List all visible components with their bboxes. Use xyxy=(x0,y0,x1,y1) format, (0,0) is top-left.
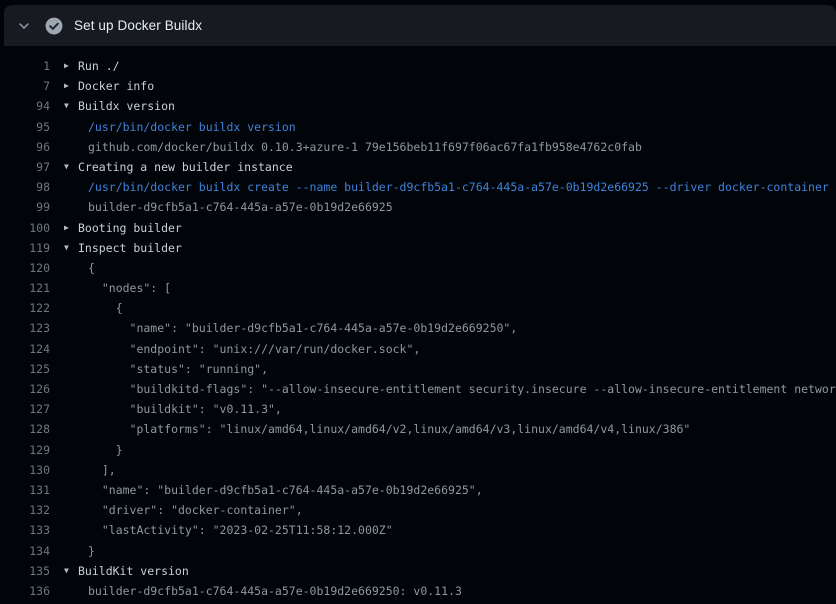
log-line: 130 ], xyxy=(0,460,836,480)
log-line: 136 builder-d9cfb5a1-c764-445a-a57e-0b19… xyxy=(0,581,836,601)
log-line: 131 "name": "builder-d9cfb5a1-c764-445a-… xyxy=(0,480,836,500)
log-line: 133 "lastActivity": "2023-02-25T11:58:12… xyxy=(0,520,836,540)
line-number[interactable]: 7 xyxy=(0,76,50,96)
status-success-icon xyxy=(45,17,63,35)
group-toggle-icon[interactable]: ▶ xyxy=(64,56,76,76)
step-header[interactable]: Set up Docker Buildx xyxy=(4,5,836,46)
line-number[interactable]: 136 xyxy=(0,581,50,601)
log-line: 96 github.com/docker/buildx 0.10.3+azure… xyxy=(0,137,836,157)
log-line: 122 { xyxy=(0,298,836,318)
log-line[interactable]: 1 ▶ Run ./ xyxy=(0,56,836,76)
line-text: "name": "builder-d9cfb5a1-c764-445a-a57e… xyxy=(88,480,483,500)
line-text: } xyxy=(88,440,123,460)
log-line: 124 "endpoint": "unix:///var/run/docker.… xyxy=(0,339,836,359)
line-text: builder-d9cfb5a1-c764-445a-a57e-0b19d2e6… xyxy=(88,581,462,601)
line-text: "name": "builder-d9cfb5a1-c764-445a-a57e… xyxy=(88,318,517,338)
line-text: "nodes": [ xyxy=(88,278,171,298)
log-line: 134 } xyxy=(0,541,836,561)
group-toggle-icon[interactable]: ▼ xyxy=(64,238,76,258)
log-line: 127 "buildkit": "v0.11.3", xyxy=(0,399,836,419)
group-toggle-icon[interactable]: ▼ xyxy=(64,157,76,177)
line-number[interactable]: 135 xyxy=(0,561,50,581)
line-text: "lastActivity": "2023-02-25T11:58:12.000… xyxy=(88,520,393,540)
log-line: 128 "platforms": "linux/amd64,linux/amd6… xyxy=(0,419,836,439)
log-line: 120 { xyxy=(0,258,836,278)
line-text: BuildKit version xyxy=(78,561,189,581)
chevron-down-icon[interactable] xyxy=(16,18,32,34)
log-line: 123 "name": "builder-d9cfb5a1-c764-445a-… xyxy=(0,318,836,338)
line-text: Buildx version xyxy=(78,96,175,116)
log-line: 99 builder-d9cfb5a1-c764-445a-a57e-0b19d… xyxy=(0,197,836,217)
line-number[interactable]: 126 xyxy=(0,379,50,399)
line-number[interactable]: 99 xyxy=(0,197,50,217)
line-text: /usr/bin/docker buildx create --name bui… xyxy=(88,177,829,197)
log-line: 126 "buildkitd-flags": "--allow-insecure… xyxy=(0,379,836,399)
line-text: github.com/docker/buildx 0.10.3+azure-1 … xyxy=(88,137,642,157)
line-text: "buildkitd-flags": "--allow-insecure-ent… xyxy=(88,379,836,399)
line-number[interactable]: 129 xyxy=(0,440,50,460)
line-number[interactable]: 120 xyxy=(0,258,50,278)
log-line[interactable]: 100 ▶ Booting builder xyxy=(0,218,836,238)
log-line: 132 "driver": "docker-container", xyxy=(0,500,836,520)
log-line[interactable]: 7 ▶ Docker info xyxy=(0,76,836,96)
line-number[interactable]: 127 xyxy=(0,399,50,419)
group-toggle-icon[interactable]: ▼ xyxy=(64,561,76,581)
line-number[interactable]: 132 xyxy=(0,500,50,520)
log-line[interactable]: 97 ▼ Creating a new builder instance xyxy=(0,157,836,177)
line-number[interactable]: 95 xyxy=(0,117,50,137)
log-line[interactable]: 135 ▼ BuildKit version xyxy=(0,561,836,581)
line-text: "buildkit": "v0.11.3", xyxy=(88,399,282,419)
line-number[interactable]: 121 xyxy=(0,278,50,298)
line-number[interactable]: 125 xyxy=(0,359,50,379)
line-number[interactable]: 131 xyxy=(0,480,50,500)
line-text: "platforms": "linux/amd64,linux/amd64/v2… xyxy=(88,419,690,439)
line-number[interactable]: 123 xyxy=(0,318,50,338)
step-title: Set up Docker Buildx xyxy=(74,18,202,33)
line-text: ], xyxy=(88,460,116,480)
line-number[interactable]: 100 xyxy=(0,218,50,238)
log-line: 98 /usr/bin/docker buildx create --name … xyxy=(0,177,836,197)
log-line[interactable]: 94 ▼ Buildx version xyxy=(0,96,836,116)
line-text: Docker info xyxy=(78,76,154,96)
line-text: "driver": "docker-container", xyxy=(88,500,303,520)
log-line: 95 /usr/bin/docker buildx version xyxy=(0,117,836,137)
line-number[interactable]: 128 xyxy=(0,419,50,439)
line-number[interactable]: 133 xyxy=(0,520,50,540)
line-text: "status": "running", xyxy=(88,359,268,379)
log-lines: 1 ▶ Run ./ 7 ▶ Docker info 94 ▼ Buildx v… xyxy=(0,46,836,604)
log-line[interactable]: 119 ▼ Inspect builder xyxy=(0,238,836,258)
line-text: Booting builder xyxy=(78,218,182,238)
group-toggle-icon[interactable]: ▼ xyxy=(64,96,76,116)
line-text: "endpoint": "unix:///var/run/docker.sock… xyxy=(88,339,420,359)
line-number[interactable]: 96 xyxy=(0,137,50,157)
log-line: 129 } xyxy=(0,440,836,460)
group-toggle-icon[interactable]: ▶ xyxy=(64,218,76,238)
log-line: 121 "nodes": [ xyxy=(0,278,836,298)
group-toggle-icon[interactable]: ▶ xyxy=(64,76,76,96)
line-number[interactable]: 130 xyxy=(0,460,50,480)
line-number[interactable]: 134 xyxy=(0,541,50,561)
log-line: 125 "status": "running", xyxy=(0,359,836,379)
line-text: } xyxy=(88,541,95,561)
line-number[interactable]: 94 xyxy=(0,96,50,116)
line-number[interactable]: 119 xyxy=(0,238,50,258)
line-number[interactable]: 122 xyxy=(0,298,50,318)
line-number[interactable]: 97 xyxy=(0,157,50,177)
line-number[interactable]: 124 xyxy=(0,339,50,359)
line-text: Creating a new builder instance xyxy=(78,157,293,177)
line-number[interactable]: 1 xyxy=(0,56,50,76)
line-text: { xyxy=(88,298,123,318)
line-text: Inspect builder xyxy=(78,238,182,258)
line-text: builder-d9cfb5a1-c764-445a-a57e-0b19d2e6… xyxy=(88,197,393,217)
line-number[interactable]: 98 xyxy=(0,177,50,197)
line-text: /usr/bin/docker buildx version xyxy=(88,117,296,137)
line-text: { xyxy=(88,258,95,278)
line-text: Run ./ xyxy=(78,56,120,76)
